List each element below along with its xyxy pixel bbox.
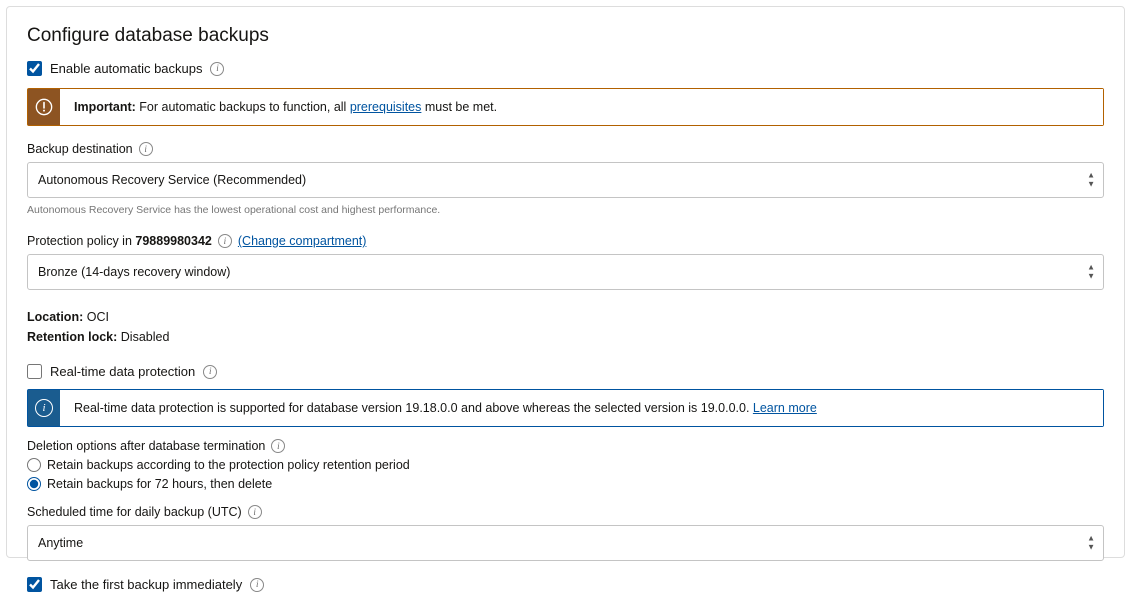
select-caret-icon: ▲▼ xyxy=(1087,172,1095,189)
info-icon[interactable]: i xyxy=(139,142,153,156)
scheduled-time-select[interactable]: Anytime ▲▼ xyxy=(27,525,1104,561)
important-alert-side xyxy=(28,89,60,125)
deletion-option-2-label: Retain backups for 72 hours, then delete xyxy=(47,477,272,491)
warning-icon xyxy=(35,98,53,116)
location-value: OCI xyxy=(83,310,109,324)
enable-automatic-backups-row: Enable automatic backups i xyxy=(27,61,1104,76)
info-icon[interactable]: i xyxy=(250,578,264,592)
page-title: Configure database backups xyxy=(27,25,1104,47)
realtime-alert-text: Real-time data protection is supported f… xyxy=(74,401,753,415)
important-alert: Important: For automatic backups to func… xyxy=(27,88,1104,126)
info-icon[interactable]: i xyxy=(248,505,262,519)
realtime-protection-row: Real-time data protection i xyxy=(27,364,1104,379)
enable-automatic-backups-checkbox[interactable] xyxy=(27,61,42,76)
retention-lock-row: Retention lock: Disabled xyxy=(27,330,1104,344)
backup-destination-select[interactable]: Autonomous Recovery Service (Recommended… xyxy=(27,162,1104,198)
compartment-name: 79889980342 xyxy=(135,234,211,248)
retention-lock-value: Disabled xyxy=(117,330,169,344)
backup-destination-label-row: Backup destination i xyxy=(27,142,1104,156)
realtime-protection-checkbox[interactable] xyxy=(27,364,42,379)
realtime-alert-body: Real-time data protection is supported f… xyxy=(60,390,1103,426)
prerequisites-link[interactable]: prerequisites xyxy=(350,100,422,114)
deletion-options-label: Deletion options after database terminat… xyxy=(27,439,265,453)
deletion-option-retain-policy-radio[interactable] xyxy=(27,458,41,472)
info-circle-icon: i xyxy=(35,399,53,417)
scheduled-time-label-row: Scheduled time for daily backup (UTC) i xyxy=(27,505,1104,519)
important-text-after: must be met. xyxy=(421,100,497,114)
deletion-options-label-row: Deletion options after database terminat… xyxy=(27,439,1104,453)
location-label: Location: xyxy=(27,310,83,324)
configure-backups-panel: Configure database backups Enable automa… xyxy=(6,6,1125,558)
first-backup-checkbox[interactable] xyxy=(27,577,42,592)
scheduled-time-label: Scheduled time for daily backup (UTC) xyxy=(27,505,242,519)
important-strong: Important: xyxy=(74,100,136,114)
select-caret-icon: ▲▼ xyxy=(1087,535,1095,552)
scheduled-time-value: Anytime xyxy=(38,536,83,550)
realtime-protection-label: Real-time data protection xyxy=(50,364,195,379)
backup-destination-helper: Autonomous Recovery Service has the lowe… xyxy=(27,204,1104,216)
realtime-info-alert: i Real-time data protection is supported… xyxy=(27,389,1104,427)
info-icon[interactable]: i xyxy=(218,234,232,248)
protection-policy-select[interactable]: Bronze (14-days recovery window) ▲▼ xyxy=(27,254,1104,290)
info-icon[interactable]: i xyxy=(271,439,285,453)
backup-destination-value: Autonomous Recovery Service (Recommended… xyxy=(38,173,306,187)
protection-policy-value: Bronze (14-days recovery window) xyxy=(38,265,230,279)
protection-policy-label: Protection policy in 79889980342 xyxy=(27,234,212,248)
retention-lock-label: Retention lock: xyxy=(27,330,117,344)
info-icon[interactable]: i xyxy=(210,62,224,76)
enable-automatic-backups-label: Enable automatic backups xyxy=(50,61,202,76)
first-backup-label: Take the first backup immediately xyxy=(50,577,242,592)
backup-destination-label: Backup destination xyxy=(27,142,133,156)
important-alert-body: Important: For automatic backups to func… xyxy=(60,89,1103,125)
deletion-option-2-row: Retain backups for 72 hours, then delete xyxy=(27,477,1104,491)
realtime-alert-side: i xyxy=(28,390,60,426)
change-compartment-link[interactable]: (Change compartment) xyxy=(238,234,367,248)
deletion-option-72hours-radio[interactable] xyxy=(27,477,41,491)
location-row: Location: OCI xyxy=(27,310,1104,324)
protection-policy-label-row: Protection policy in 79889980342 i (Chan… xyxy=(27,234,1104,248)
deletion-option-1-label: Retain backups according to the protecti… xyxy=(47,458,410,472)
select-caret-icon: ▲▼ xyxy=(1087,264,1095,281)
important-text-before: For automatic backups to function, all xyxy=(136,100,350,114)
info-icon[interactable]: i xyxy=(203,365,217,379)
deletion-option-1-row: Retain backups according to the protecti… xyxy=(27,458,1104,472)
learn-more-link[interactable]: Learn more xyxy=(753,401,817,415)
first-backup-row: Take the first backup immediately i xyxy=(27,577,1104,592)
